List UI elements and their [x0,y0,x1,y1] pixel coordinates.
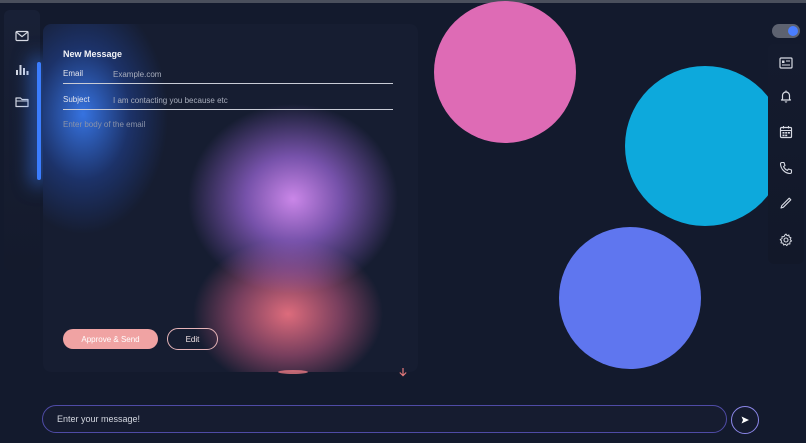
pen-icon[interactable] [777,194,795,212]
theme-toggle[interactable] [772,24,800,38]
mail-icon[interactable] [13,27,31,45]
glow-accent [278,370,308,374]
bar-chart-icon[interactable] [13,60,31,78]
email-field[interactable] [113,67,383,81]
arrow-down-icon[interactable] [396,365,410,379]
blue-circle [559,227,701,369]
contact-card-icon[interactable] [777,54,795,72]
gear-icon[interactable] [777,231,795,249]
compose-title: New Message [63,49,123,59]
pink-circle [434,1,576,143]
subject-field[interactable] [113,93,383,107]
compose-panel: New Message Email Subject Approve & Send… [43,24,418,372]
active-nav-indicator [37,62,41,180]
bell-icon[interactable] [777,87,795,105]
email-label: Email [63,69,84,78]
subject-label: Subject [63,95,90,104]
folder-icon[interactable] [13,93,31,111]
approve-send-button[interactable]: Approve & Send [63,329,158,349]
phone-icon[interactable] [777,159,795,177]
email-body-field[interactable] [63,120,393,310]
subject-row: Subject [63,93,393,110]
window-top-border [0,0,806,3]
toggle-knob [788,26,798,36]
edit-button[interactable]: Edit [167,328,218,350]
send-icon [741,416,749,424]
chat-message-input[interactable] [42,405,727,433]
calendar-icon[interactable] [777,123,795,141]
left-sidebar [4,10,40,270]
email-row: Email [63,67,393,84]
send-button[interactable] [731,406,759,434]
right-sidebar [768,44,804,264]
cyan-circle [625,66,785,226]
